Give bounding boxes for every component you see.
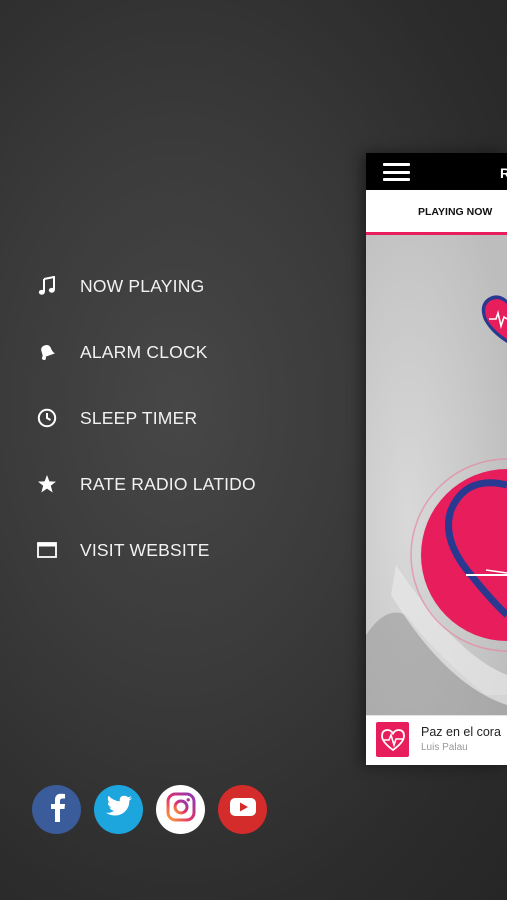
facebook-icon — [47, 792, 67, 827]
menu-item-alarm-clock[interactable]: ALARM CLOCK — [36, 332, 208, 372]
song-title: Paz en el cora — [421, 725, 501, 739]
social-links — [32, 785, 267, 834]
menu-label-alarm-clock: ALARM CLOCK — [80, 341, 208, 362]
album-artwork — [366, 235, 507, 715]
browser-window-icon — [36, 539, 58, 561]
menu-item-now-playing[interactable]: NOW PLAYING — [36, 266, 204, 306]
menu-label-visit-website: VISIT WEBSITE — [80, 539, 210, 560]
now-playing-bar[interactable]: Paz en el cora Luis Palau — [366, 715, 507, 765]
twitter-icon — [105, 795, 133, 824]
hamburger-menu-icon[interactable] — [383, 163, 410, 181]
instagram-button[interactable] — [156, 785, 205, 834]
menu-label-now-playing: NOW PLAYING — [80, 275, 205, 296]
menu-label-sleep-timer: SLEEP TIMER — [80, 407, 198, 428]
youtube-icon — [229, 797, 257, 822]
artist-name: Luis Palau — [421, 742, 468, 753]
app-preview-panel[interactable]: R PLAYING NOW Paz en el cora Luis Palau — [366, 153, 507, 765]
instagram-icon — [165, 791, 197, 828]
heart-pulse-icon — [380, 728, 405, 751]
youtube-button[interactable] — [218, 785, 267, 834]
music-note-icon — [36, 275, 58, 297]
top-app-bar: R — [366, 153, 507, 190]
tab-bar: PLAYING NOW — [366, 190, 507, 235]
menu-item-visit-website[interactable]: VISIT WEBSITE — [36, 530, 210, 570]
bell-icon — [36, 341, 58, 363]
station-thumbnail — [376, 722, 409, 757]
menu-item-sleep-timer[interactable]: SLEEP TIMER — [36, 398, 197, 438]
app-title: R — [500, 165, 507, 181]
clock-icon — [36, 407, 58, 429]
twitter-button[interactable] — [94, 785, 143, 834]
menu-label-rate: RATE RADIO LATIDO — [80, 473, 256, 494]
tab-playing-now[interactable]: PLAYING NOW — [418, 206, 492, 218]
star-icon — [36, 473, 58, 495]
menu-item-rate[interactable]: RATE RADIO LATIDO — [36, 464, 256, 504]
facebook-button[interactable] — [32, 785, 81, 834]
